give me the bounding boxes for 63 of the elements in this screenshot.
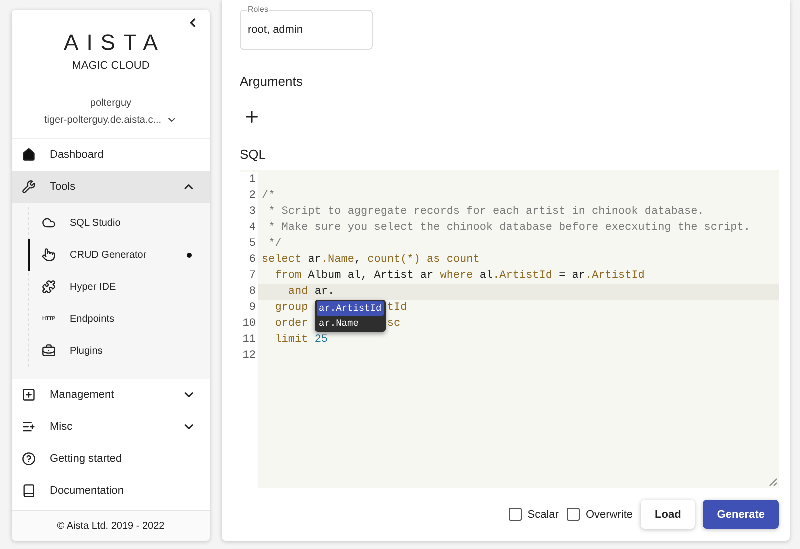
line-number: 11 [240, 332, 258, 348]
plus-square-icon [22, 388, 36, 402]
nav-item[interactable]: Getting started [12, 443, 210, 475]
home-icon [22, 148, 36, 162]
submenu-item[interactable]: SQL Studio [28, 207, 210, 239]
section-heading: Arguments [240, 74, 304, 89]
nav-item[interactable]: Documentation [12, 475, 210, 507]
logo-subtitle: MAGIC CLOUD [72, 60, 150, 72]
code-text: limit 25 [274, 334, 328, 346]
line-number: 5 [240, 236, 258, 252]
active-dot [187, 252, 192, 258]
line-number: 7 [240, 268, 258, 284]
submenu-item[interactable]: Hyper IDE [28, 271, 210, 303]
roles-field[interactable]: Roles root, admin [240, 3, 373, 50]
nav-item[interactable]: Misc [12, 411, 210, 443]
line-number: 9 [240, 300, 258, 316]
plus-icon [243, 108, 261, 126]
resize-handle-icon[interactable] [769, 478, 777, 486]
nav-item[interactable]: Tools [12, 171, 210, 203]
cloud-icon [42, 216, 56, 230]
suggestion-item[interactable]: ar.Name [317, 316, 384, 331]
checkbox-option[interactable]: Scalar [508, 508, 559, 521]
code-text: */ [268, 238, 282, 250]
section-heading: SQL [240, 147, 268, 162]
code-text: group [274, 302, 308, 314]
server-dropdown[interactable]: tiger-polterguy.de.aista.c... [44, 114, 178, 126]
code-text: sc [387, 318, 401, 330]
line-number: 10 [240, 316, 258, 332]
load-button[interactable]: Load [641, 500, 696, 529]
help-icon [22, 452, 36, 466]
code-text: tId [387, 302, 408, 314]
code-text: order [274, 318, 308, 330]
copyright: © Aista Ltd. 2019 - 2022 [12, 510, 210, 541]
code-text: /* [262, 190, 276, 202]
code-text: * Script to aggregate records for each artist in chinook database. [268, 206, 704, 218]
code-editor[interactable] [240, 170, 779, 488]
book-icon [22, 484, 36, 498]
line-number: 2 [240, 188, 258, 204]
logo: AISTA [64, 30, 166, 56]
code-text: select ar.Name, count(*) as count [262, 254, 480, 266]
code-text: * Make sure you select the chinook database before execxuting the script. [268, 222, 750, 234]
nav-item[interactable]: Dashboard [12, 139, 210, 171]
code-text: and ar. [287, 286, 335, 298]
wrench-icon [22, 180, 36, 194]
line-number: 6 [240, 252, 258, 268]
pointer-hand-icon [42, 248, 56, 262]
suggestion-item[interactable]: ar.ArtistId [317, 301, 384, 316]
line-number: 3 [240, 204, 258, 220]
checkbox-option[interactable]: Overwrite [566, 508, 634, 521]
line-number: 1 [240, 172, 258, 188]
nav-item[interactable]: Management [12, 379, 210, 411]
code-text: from Album al, Artist ar where al.ArtistId = ar.ArtistId [274, 270, 645, 282]
puzzle-icon [42, 280, 56, 294]
generate-button[interactable]: Generate [703, 500, 779, 529]
briefcase-icon [42, 344, 56, 358]
line-number: 4 [240, 220, 258, 236]
line-number: 12 [240, 348, 258, 364]
submenu-item[interactable]: Plugins [28, 335, 210, 367]
submenu-item[interactable]: CRUD Generator [28, 239, 210, 271]
username: polterguy [90, 98, 132, 109]
field-label: Roles [247, 5, 270, 15]
list-plus-icon [22, 420, 36, 434]
line-number: 8 [240, 284, 258, 300]
